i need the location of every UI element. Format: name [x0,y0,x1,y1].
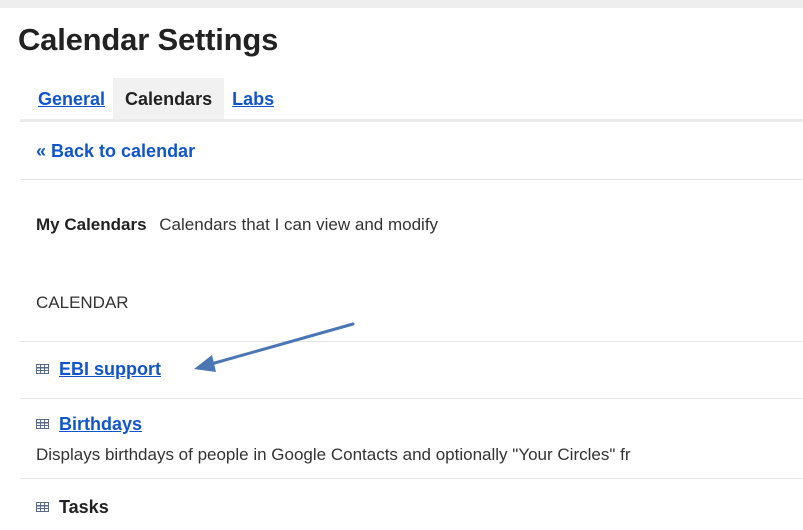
back-to-calendar-link[interactable]: « Back to calendar [36,141,195,162]
divider [20,341,803,342]
settings-tabs: General Calendars Labs [30,78,282,120]
calendar-name-tasks: Tasks [59,497,109,517]
arrow-shaft [202,322,355,368]
calendar-row-birthdays: Birthdays [36,414,142,435]
arrow-head [194,355,216,372]
tab-labs[interactable]: Labs [224,78,282,120]
birthdays-description: Displays birthdays of people in Google C… [36,445,631,464]
annotation-arrow-icon [194,322,355,372]
tab-calendars[interactable]: Calendars [113,78,225,120]
calendar-row-tasks: Tasks [36,497,109,518]
my-calendars-section: My Calendars Calendars that I can view a… [36,215,438,235]
calendar-grid-icon [36,364,49,374]
tab-divider [20,119,803,122]
calendar-link-ebi-support[interactable]: EBI support [59,359,161,379]
top-strip [0,0,803,8]
calendar-row-ebi-support: EBI support [36,359,161,380]
divider [20,478,803,479]
page-title: Calendar Settings [18,22,279,57]
calendar-grid-icon [36,502,49,512]
my-calendars-heading: My Calendars [36,215,147,234]
calendar-link-birthdays[interactable]: Birthdays [59,414,142,434]
divider [20,398,803,399]
divider [20,179,803,180]
calendar-column-header: CALENDAR [36,293,129,312]
tab-general[interactable]: General [30,78,113,120]
calendar-grid-icon [36,419,49,429]
my-calendars-description: Calendars that I can view and modify [159,215,439,234]
